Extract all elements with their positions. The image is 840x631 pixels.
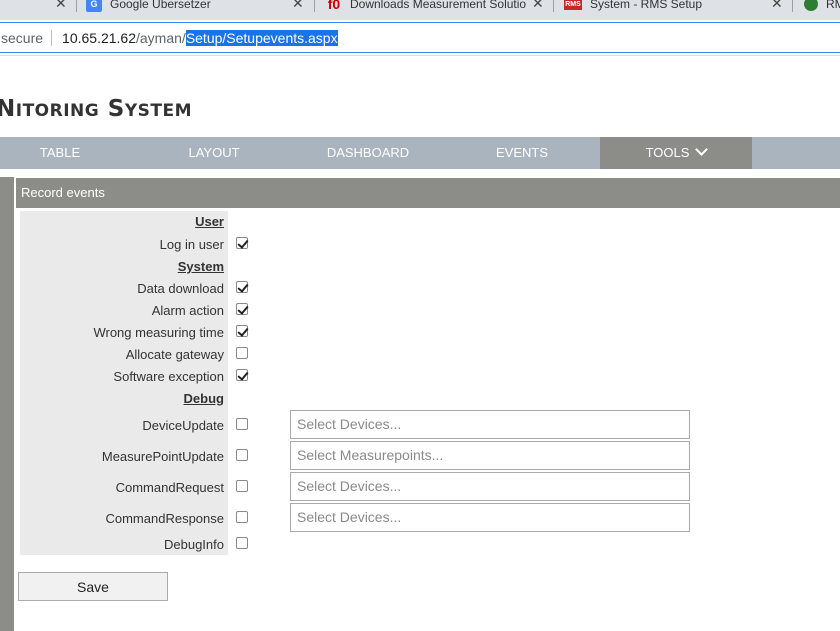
tab-title: RM bbox=[826, 0, 840, 11]
panel-header: Record events bbox=[16, 178, 840, 208]
event-label: Wrong measuring time bbox=[93, 325, 224, 340]
event-label: CommandResponse bbox=[105, 511, 224, 526]
tab-separator bbox=[314, 0, 315, 12]
tab-close-icon[interactable]: ✕ bbox=[55, 0, 67, 12]
tab-title: Google Übersetzer bbox=[110, 0, 211, 11]
command-request-checkbox[interactable] bbox=[236, 480, 248, 492]
browser-tab-strip: ✕ G Google Übersetzer ✕ f0 Downloads Mea… bbox=[0, 0, 840, 20]
tab-separator bbox=[553, 0, 554, 12]
main-nav: TABLE LAYOUT DASHBOARD EVENTS TOOLS bbox=[0, 137, 840, 169]
tab-title: System - RMS Setup bbox=[590, 0, 703, 11]
tab-close-icon[interactable]: ✕ bbox=[771, 0, 783, 12]
downloads-favicon-icon: f0 bbox=[327, 0, 341, 12]
browser-tab-downloads[interactable]: f0 Downloads Measurement Solutio bbox=[326, 0, 526, 16]
command-request-select[interactable]: Select Devices... bbox=[290, 472, 690, 501]
command-response-checkbox[interactable] bbox=[236, 511, 248, 523]
event-label: Software exception bbox=[113, 369, 224, 384]
nav-tools-label: TOOLS bbox=[645, 145, 690, 160]
event-label: CommandRequest bbox=[115, 480, 224, 495]
nav-tools[interactable]: TOOLS bbox=[600, 137, 752, 169]
nav-table[interactable]: TABLE bbox=[0, 137, 120, 169]
event-label: Alarm action bbox=[151, 303, 224, 318]
url-host: 10.65.21.62 bbox=[62, 29, 136, 46]
allocate-gateway-checkbox[interactable] bbox=[236, 347, 248, 359]
brand-text-suffix-rest: YSTEM bbox=[124, 101, 193, 121]
browser-tab-rms-setup[interactable]: RMS System - RMS Setup bbox=[564, 0, 702, 16]
save-button[interactable]: Save bbox=[18, 572, 168, 601]
tab-title: Downloads Measurement Solutio bbox=[350, 0, 526, 11]
url-path: /ayman/ bbox=[136, 29, 186, 46]
event-label: Data download bbox=[137, 281, 224, 296]
tab-close-icon[interactable]: ✕ bbox=[292, 0, 304, 12]
section-user: User bbox=[195, 214, 224, 229]
log-in-user-checkbox[interactable] bbox=[236, 237, 248, 249]
security-indicator[interactable]: secure bbox=[0, 30, 43, 46]
software-exception-checkbox[interactable] bbox=[236, 369, 248, 381]
left-accent-bar bbox=[0, 177, 14, 631]
event-label: Log in user bbox=[159, 237, 224, 252]
omnibox-divider bbox=[51, 29, 53, 46]
alarm-action-checkbox[interactable] bbox=[236, 303, 248, 315]
nav-dashboard[interactable]: DASHBOARD bbox=[308, 137, 428, 169]
tab-close-icon[interactable]: ✕ bbox=[532, 0, 544, 12]
data-download-checkbox[interactable] bbox=[236, 281, 248, 293]
debug-info-checkbox[interactable] bbox=[236, 537, 248, 549]
tab-separator bbox=[76, 0, 77, 12]
rms-favicon-icon: RMS bbox=[564, 0, 582, 10]
event-label: Allocate gateway bbox=[125, 347, 224, 362]
event-label: MeasurePointUpdate bbox=[101, 449, 224, 464]
event-label: DeviceUpdate bbox=[142, 418, 224, 433]
browser-tab-rm[interactable]: RM bbox=[804, 0, 840, 16]
browser-toolbar: secure 10.65.21.62 /ayman/ Setup/Setupev… bbox=[0, 20, 840, 56]
device-update-select[interactable]: Select Devices... bbox=[290, 410, 690, 439]
url-selected-path: Setup/Setupevents.aspx bbox=[185, 29, 338, 46]
measurepoint-select[interactable]: Select Measurepoints... bbox=[290, 441, 690, 470]
section-system: System bbox=[177, 259, 224, 274]
brand-text-prefix: NITORING bbox=[0, 96, 100, 122]
device-update-checkbox[interactable] bbox=[236, 418, 248, 430]
browser-tab-google-translate[interactable]: G Google Übersetzer bbox=[86, 0, 211, 16]
google-translate-favicon-icon: G bbox=[86, 0, 102, 12]
tab-separator bbox=[792, 0, 793, 12]
brand-text-suffix: S bbox=[107, 96, 125, 122]
nav-events[interactable]: EVENTS bbox=[462, 137, 582, 169]
rm-favicon-icon bbox=[804, 0, 818, 11]
command-response-select[interactable]: Select Devices... bbox=[290, 503, 690, 532]
page-title: NITORING SYSTEM bbox=[0, 96, 192, 122]
event-label: DebugInfo bbox=[164, 537, 224, 552]
chevron-down-icon bbox=[695, 143, 709, 156]
measure-point-update-checkbox[interactable] bbox=[236, 449, 248, 461]
address-bar[interactable]: secure 10.65.21.62 /ayman/ Setup/Setupev… bbox=[0, 22, 840, 53]
section-debug: Debug bbox=[183, 391, 224, 406]
wrong-measuring-time-checkbox[interactable] bbox=[236, 325, 248, 337]
nav-layout[interactable]: LAYOUT bbox=[154, 137, 274, 169]
